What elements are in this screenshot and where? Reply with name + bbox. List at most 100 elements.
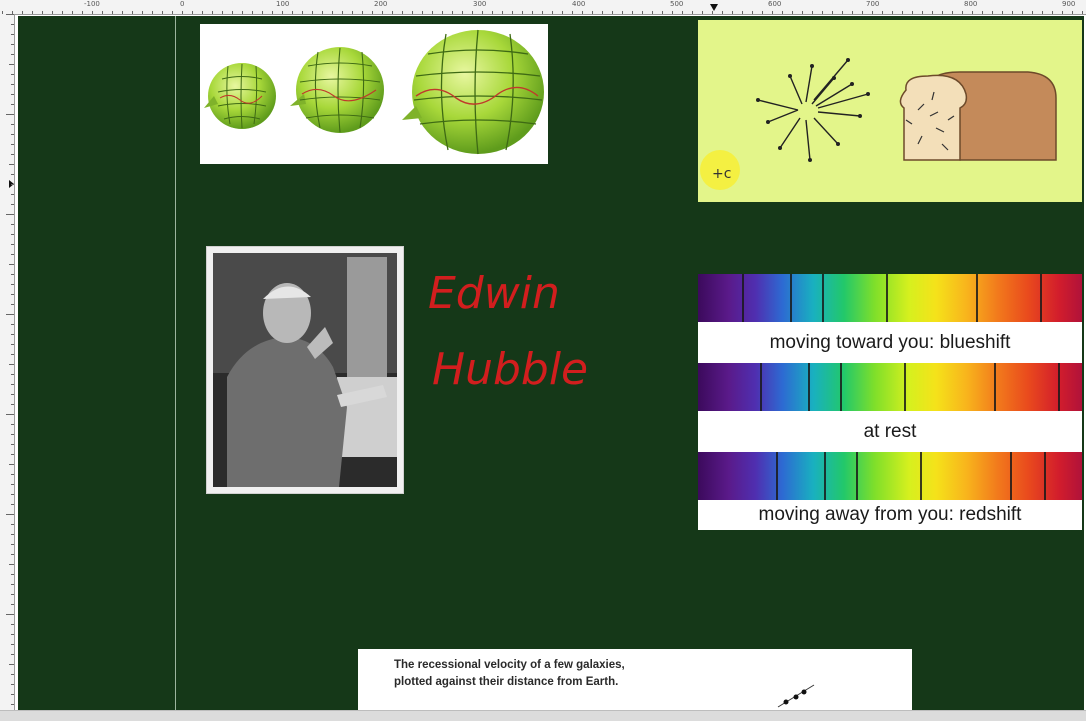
ruler-tick [422,11,423,14]
ruler-tick [312,11,313,14]
ruler-tick [11,574,14,575]
hubble-graph-card[interactable]: The recessional velocity of a few galaxi… [358,649,912,710]
ruler-tick [11,534,14,535]
ruler-tick [11,184,14,185]
ruler-tick [902,11,903,14]
ruler-tick [552,11,553,14]
spectrum-label-blueshift: moving toward you: blueshift [698,322,1082,363]
raisin-bread-illustration: +c [700,58,1057,190]
ruler-tick [11,84,14,85]
ruler-tick [882,11,883,14]
ruler-label: -100 [84,0,100,8]
ruler-tick [11,404,14,405]
ruler-tick [142,11,143,14]
ruler-tick [11,654,14,655]
ruler-tick [11,274,14,275]
balloon-medium [290,47,384,133]
ruler-tick [11,44,14,45]
ruler-tick [652,11,653,14]
handwritten-text: Edwin Hubble [428,268,588,395]
ruler-label: 100 [276,0,290,8]
ruler-tick [11,624,14,625]
ruler-tick [752,11,753,14]
spectra-diagram[interactable]: moving toward you: blueshift at rest mov… [698,274,1082,530]
ruler-tick [952,11,953,14]
ruler-tick [712,11,713,14]
ruler-tick [442,11,443,14]
ruler-tick [132,11,133,14]
ruler-tick [722,11,723,14]
ruler-tick [9,564,14,565]
ruler-label: 600 [768,0,782,8]
ruler-tick [332,11,333,14]
ruler-tick [11,204,14,205]
ruler-tick [11,584,14,585]
ruler-tick [672,11,673,14]
ruler-tick [202,11,203,14]
ruler-tick [732,11,733,14]
hubble-portrait [213,253,397,487]
ruler-tick [11,304,14,305]
handwritten-name[interactable]: Edwin Hubble [422,248,592,408]
ruler-tick [912,11,913,14]
ruler-tick [11,124,14,125]
ruler-tick [1002,11,1003,14]
ruler-tick [342,11,343,14]
ruler-tick [72,11,73,14]
ruler-label: 800 [964,0,978,8]
ruler-tick [502,11,503,14]
ruler-tick [1082,11,1083,14]
ruler-tick [222,11,223,14]
ruler-tick [972,11,973,14]
ruler-tick [862,11,863,14]
ruler-tick [742,11,743,14]
ruler-tick [52,11,53,14]
ruler-tick [272,11,273,14]
ruler-tick [11,694,14,695]
bread-loaf [899,71,1057,161]
ruler-tick [412,11,413,14]
ruler-tick [682,11,683,14]
ruler-tick [432,11,433,14]
ruler-tick [11,504,14,505]
ruler-tick [852,11,853,14]
ruler-tick [32,11,33,14]
ruler-tick [162,11,163,14]
ruler-tick [1022,11,1023,14]
ruler-tick [11,554,14,555]
ruler-tick [1052,11,1053,14]
ruler-tick [782,11,783,14]
ruler-tick [472,11,473,14]
ruler-label: 400 [572,0,586,8]
raisin-bread-image[interactable]: +c [698,20,1082,202]
ruler-tick [772,11,773,14]
ruler-tick [9,364,14,365]
ruler-tick [6,14,14,15]
ruler-tick [692,11,693,14]
ruler-tick [482,11,483,14]
ruler-tick [11,24,14,25]
ruler-label: 700 [866,0,880,8]
ruler-tick [582,11,583,14]
whiteboard-canvas[interactable]: +c Edwin Hubble moving toward you: blues… [18,16,1084,710]
ruler-tick [11,354,14,355]
ruler-tick [762,11,763,14]
ruler-tick [632,11,633,14]
ruler-tick [11,174,14,175]
vertical-ruler[interactable] [0,14,15,714]
ruler-tick [11,244,14,245]
horizontal-scrollbar[interactable] [0,710,1086,721]
ruler-tick [362,11,363,14]
edwin-hubble-photo[interactable] [206,246,404,494]
ruler-position-marker[interactable] [710,4,718,11]
ruler-tick [11,494,14,495]
ruler-tick [9,664,14,665]
ruler-tick [1062,11,1063,14]
ruler-tick [82,11,83,14]
horizontal-ruler[interactable]: -100 0 100 200 300 400 500 600 700 800 9… [0,0,1086,15]
ruler-label: 0 [180,0,185,8]
ruler-tick [802,11,803,14]
expanding-balloons-image[interactable] [200,24,548,164]
ruler-tick [542,11,543,14]
ruler-tick [562,11,563,14]
